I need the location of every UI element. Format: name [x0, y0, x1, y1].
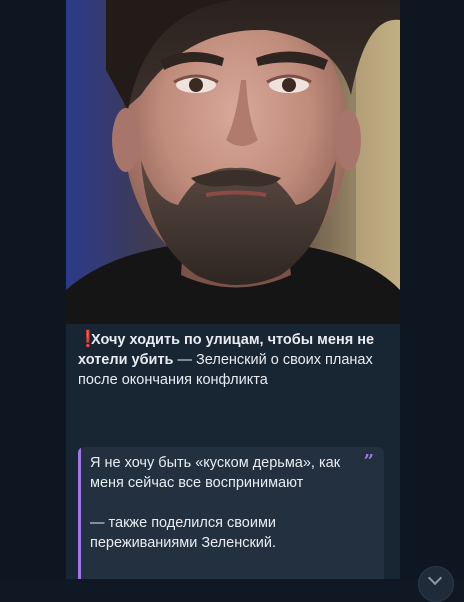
chevron-down-icon: [427, 570, 443, 586]
quote-line-1: Я не хочу быть «куском дерьма», как меня…: [90, 455, 341, 491]
channel-post[interactable]: ❗Хочу ходить по улицам, чтобы меня не хо…: [66, 0, 400, 579]
quote-line-2: — также поделился своими переживаниями З…: [90, 515, 277, 551]
quote-accent-bar: [78, 447, 81, 579]
scroll-down-button[interactable]: [418, 566, 454, 602]
post-photo[interactable]: [66, 0, 400, 324]
quote-mark-icon: ”: [363, 451, 374, 472]
post-caption: ❗Хочу ходить по улицам, чтобы меня не хо…: [78, 330, 390, 390]
exclamation-icon: ❗: [78, 331, 98, 348]
quote-text: Я не хочу быть «куском дерьма», как меня…: [90, 453, 360, 553]
blockquote: ” Я не хочу быть «куском дерьма», как ме…: [78, 447, 384, 579]
